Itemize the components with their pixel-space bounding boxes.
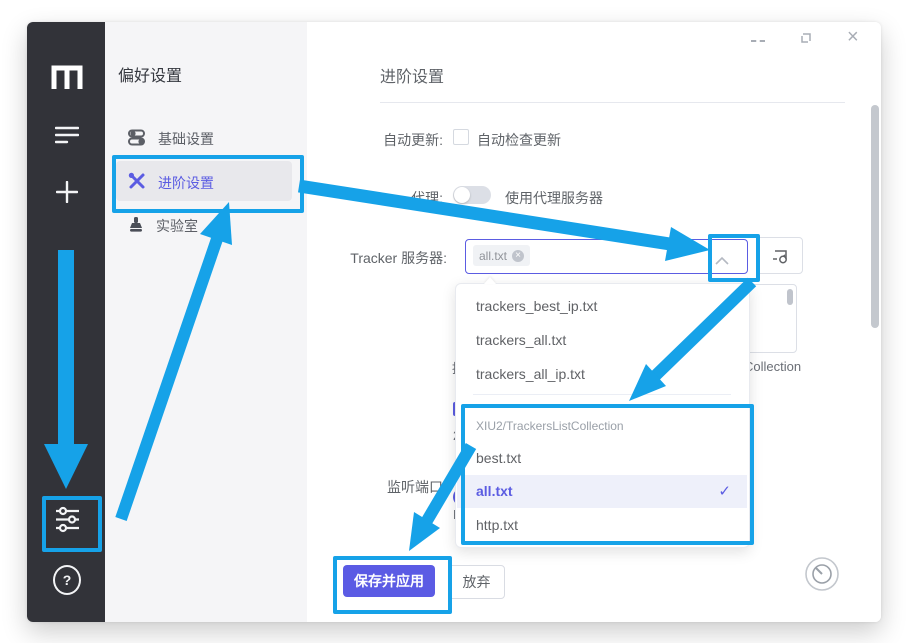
chevron-up-icon[interactable] bbox=[715, 252, 729, 270]
preferences-sidebar bbox=[105, 22, 307, 622]
speed-gauge-icon[interactable] bbox=[797, 549, 847, 604]
motrix-logo-icon bbox=[49, 62, 85, 92]
tracker-select[interactable]: all.txt × bbox=[465, 239, 748, 274]
auto-update-checkbox-label[interactable]: 自动检查更新 bbox=[477, 130, 561, 150]
task-list-icon[interactable] bbox=[55, 126, 79, 144]
textarea-scrollbar[interactable] bbox=[787, 289, 793, 305]
help-text-fragment: Collection bbox=[744, 359, 804, 374]
dropdown-group-label: XIU2/TrackersListCollection bbox=[476, 419, 624, 433]
basic-settings-icon bbox=[128, 129, 146, 149]
title-divider bbox=[380, 102, 845, 103]
minimize-button[interactable] bbox=[751, 40, 765, 45]
dropdown-item[interactable]: trackers_all.txt bbox=[476, 332, 566, 348]
tracker-tag[interactable]: all.txt × bbox=[473, 245, 530, 266]
lab-icon bbox=[128, 216, 144, 236]
toggle-knob bbox=[454, 187, 470, 203]
sync-trackers-button[interactable] bbox=[756, 237, 803, 274]
page-title: 进阶设置 bbox=[380, 63, 444, 87]
dropdown-item[interactable]: trackers_all_ip.txt bbox=[476, 366, 585, 382]
tag-close-icon[interactable]: × bbox=[512, 250, 524, 262]
selected-check-icon: ✓ bbox=[718, 482, 731, 500]
dropdown-item-selected[interactable]: all.txt bbox=[476, 483, 513, 499]
sidebar-item-label: 实验室 bbox=[156, 216, 198, 236]
sidebar-item-label: 进阶设置 bbox=[158, 173, 214, 193]
sidebar-item-lab[interactable]: 实验室 bbox=[128, 216, 198, 236]
proxy-label: 代理: bbox=[330, 188, 443, 208]
listen-port-label: 监听端口 bbox=[330, 477, 443, 497]
add-task-icon[interactable] bbox=[56, 181, 78, 203]
tracker-tag-label: all.txt bbox=[479, 249, 507, 263]
save-apply-button[interactable]: 保存并应用 bbox=[343, 565, 435, 597]
tracker-dropdown: trackers_best_ip.txt trackers_all.txt tr… bbox=[455, 283, 750, 548]
advanced-settings-icon bbox=[128, 172, 146, 193]
proxy-toggle[interactable] bbox=[453, 186, 491, 204]
screenshot-root: ? 偏好设置 基础设置 进阶设置 实验室 × 进阶设置 自动更新: 自动检查更新… bbox=[0, 0, 906, 643]
dropdown-item[interactable]: http.txt bbox=[476, 517, 518, 533]
sidebar-item-label: 基础设置 bbox=[158, 129, 214, 149]
dropdown-popper-arrow bbox=[484, 277, 496, 284]
dropdown-item[interactable]: best.txt bbox=[476, 450, 521, 466]
sidebar-item-basic[interactable]: 基础设置 bbox=[128, 129, 214, 149]
sync-trackers-icon bbox=[771, 248, 789, 264]
tracker-label: Tracker 服务器: bbox=[330, 248, 447, 268]
sidebar-item-advanced[interactable]: 进阶设置 bbox=[128, 172, 214, 193]
help-question-glyph: ? bbox=[53, 565, 81, 595]
main-scrollbar[interactable] bbox=[871, 105, 879, 328]
auto-update-label: 自动更新: bbox=[330, 130, 443, 150]
help-icon[interactable]: ? bbox=[53, 566, 81, 594]
proxy-toggle-label: 使用代理服务器 bbox=[505, 188, 603, 208]
preferences-icon[interactable] bbox=[54, 506, 81, 533]
maximize-button[interactable] bbox=[799, 31, 813, 50]
dropdown-item[interactable]: trackers_best_ip.txt bbox=[476, 298, 597, 314]
auto-update-checkbox[interactable] bbox=[453, 129, 469, 145]
close-button[interactable]: × bbox=[847, 28, 859, 46]
preferences-title: 偏好设置 bbox=[118, 62, 182, 86]
dropdown-divider bbox=[473, 394, 731, 395]
discard-button[interactable]: 放弃 bbox=[448, 565, 505, 599]
